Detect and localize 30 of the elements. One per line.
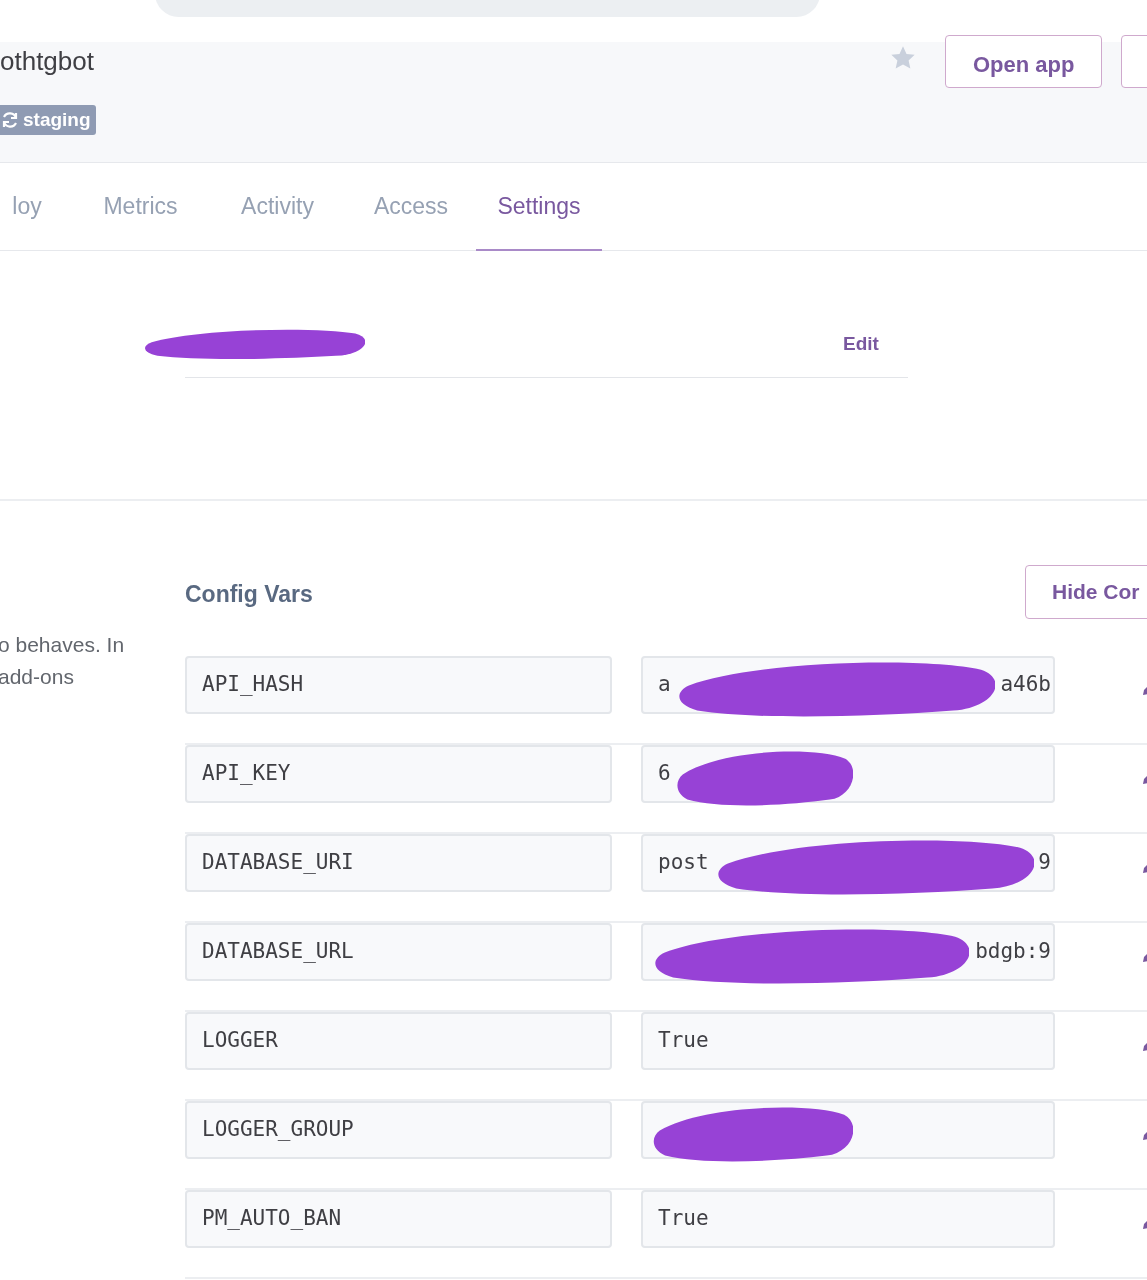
value-text: a46b	[1000, 671, 1051, 699]
key-field[interactable]: API_KEY	[185, 745, 612, 803]
key-field[interactable]: DATABASE_URL	[185, 923, 612, 981]
value-field[interactable]: True	[641, 1190, 1055, 1248]
key-field[interactable]: LOGGER_GROUP	[185, 1101, 612, 1159]
value-field[interactable]: post 9	[641, 834, 1055, 892]
value-text: post	[658, 849, 709, 877]
key-field[interactable]: LOGGER	[185, 1012, 612, 1070]
value-text: 9	[1038, 849, 1051, 877]
value-text: True	[658, 1205, 709, 1233]
key-field[interactable]: API_HASH	[185, 656, 612, 714]
value-field[interactable]: 6	[641, 745, 1055, 803]
tab[interactable]: Settings	[476, 163, 602, 251]
value-text: True	[658, 1027, 709, 1055]
value-field[interactable]: bdgb:9	[641, 923, 1055, 981]
value-text: bdgb:9	[975, 938, 1051, 966]
hide-config-vars-button[interactable]: Hide Cor	[1025, 565, 1147, 619]
refresh-icon	[1, 111, 19, 129]
environment-badge: staging	[0, 105, 96, 135]
open-app-button[interactable]: Open app	[945, 35, 1103, 88]
section-title: Config Vars	[185, 580, 313, 609]
key-field[interactable]: DATABASE_URI	[185, 834, 612, 892]
value-field[interactable]: True	[641, 1012, 1055, 1070]
app-name: othtgbot	[0, 45, 94, 78]
value-field[interactable]	[641, 1101, 1055, 1159]
edit-link[interactable]: Edit	[843, 330, 879, 359]
value-text: 6	[658, 760, 671, 788]
value-field[interactable]: a a46b	[641, 656, 1055, 714]
value-text: a	[658, 671, 671, 699]
key-field[interactable]: PM_AUTO_BAN	[185, 1190, 612, 1248]
